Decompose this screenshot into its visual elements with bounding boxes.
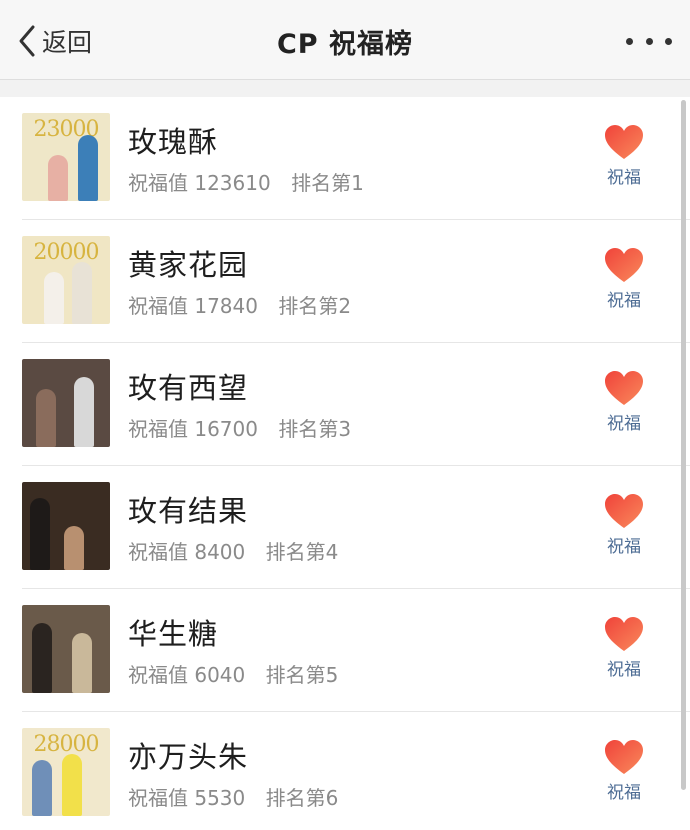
- rank-text: 排名第3: [278, 417, 352, 441]
- poster-image: 20000: [22, 236, 110, 324]
- bless-value: 17840: [194, 294, 258, 318]
- poster-image: 28000: [22, 728, 110, 816]
- poster-image: [22, 359, 110, 447]
- poster-text: 23000: [33, 117, 100, 142]
- list-item[interactable]: 20000 黄家花园 祝福值 17840 排名第2 祝福: [0, 220, 690, 343]
- heart-icon: [605, 494, 643, 528]
- value-prefix: 祝福值: [128, 294, 188, 318]
- bless-label: 祝福: [607, 168, 641, 188]
- heart-icon: [605, 125, 643, 159]
- item-meta: 祝福值 8400 排名第4: [128, 536, 338, 565]
- list-item[interactable]: 玫有结果 祝福值 8400 排名第4 祝福: [0, 466, 690, 589]
- poster-image: [22, 482, 110, 570]
- heart-icon: [605, 617, 643, 651]
- bless-value: 5530: [194, 786, 246, 810]
- page-title: CP 祝福榜: [276, 29, 413, 60]
- bless-label: 祝福: [607, 660, 641, 680]
- poster-text: 28000: [33, 732, 100, 757]
- bless-value: 123610: [194, 171, 271, 195]
- rank-text: 排名第1: [291, 171, 364, 195]
- item-meta: 祝福值 16700 排名第3: [128, 413, 351, 442]
- list-item[interactable]: 23000 玫瑰酥 祝福值 123610 排名第1 祝福: [0, 97, 690, 220]
- item-meta: 祝福值 123610 排名第1: [128, 167, 364, 196]
- heart-icon: [605, 248, 643, 282]
- heart-icon: [605, 740, 643, 774]
- poster-image: 23000: [22, 113, 110, 201]
- nav-bar: 返回 CP 祝福榜: [0, 0, 690, 80]
- bless-value: 8400: [194, 540, 246, 564]
- bless-value: 6040: [194, 663, 246, 687]
- item-meta: 祝福值 5530 排名第6: [128, 782, 338, 811]
- item-name: 玫有西望: [128, 371, 249, 405]
- item-name: 华生糖: [128, 617, 219, 651]
- rank-text: 排名第4: [265, 540, 339, 564]
- item-name: 亦万头朱: [128, 740, 249, 774]
- poster-text: 20000: [33, 240, 100, 265]
- bless-label: 祝福: [607, 291, 641, 311]
- more-dots-icon[interactable]: [626, 28, 672, 54]
- value-prefix: 祝福值: [128, 417, 188, 441]
- bless-label: 祝福: [607, 537, 641, 557]
- list-item[interactable]: 28000 亦万头朱 祝福值 5530 排名第6 祝福: [0, 712, 690, 830]
- bless-label: 祝福: [607, 783, 641, 803]
- value-prefix: 祝福值: [128, 663, 188, 687]
- bless-button[interactable]: 祝福: [602, 740, 646, 803]
- item-meta: 祝福值 17840 排名第2: [128, 290, 351, 319]
- scrollbar[interactable]: [681, 100, 686, 790]
- value-prefix: 祝福值: [128, 540, 188, 564]
- bless-button[interactable]: 祝福: [602, 617, 646, 680]
- poster-image: [22, 605, 110, 693]
- rank-text: 排名第5: [265, 663, 339, 687]
- item-name: 玫有结果: [128, 494, 249, 528]
- value-prefix: 祝福值: [128, 171, 188, 195]
- bless-button[interactable]: 祝福: [602, 371, 646, 434]
- item-name: 黄家花园: [128, 248, 249, 282]
- item-name: 玫瑰酥: [128, 125, 219, 159]
- list-item[interactable]: 华生糖 祝福值 6040 排名第5 祝福: [0, 589, 690, 712]
- bless-label: 祝福: [607, 414, 641, 434]
- ranking-list: 23000 玫瑰酥 祝福值 123610 排名第1 祝福 20000 黄家花园 …: [0, 97, 690, 830]
- bless-button[interactable]: 祝福: [602, 125, 646, 188]
- rank-text: 排名第6: [265, 786, 339, 810]
- value-prefix: 祝福值: [128, 786, 188, 810]
- bless-value: 16700: [194, 417, 258, 441]
- bless-button[interactable]: 祝福: [602, 494, 646, 557]
- list-item[interactable]: 玫有西望 祝福值 16700 排名第3 祝福: [0, 343, 690, 466]
- bless-button[interactable]: 祝福: [602, 248, 646, 311]
- item-meta: 祝福值 6040 排名第5: [128, 659, 338, 688]
- heart-icon: [605, 371, 643, 405]
- rank-text: 排名第2: [278, 294, 352, 318]
